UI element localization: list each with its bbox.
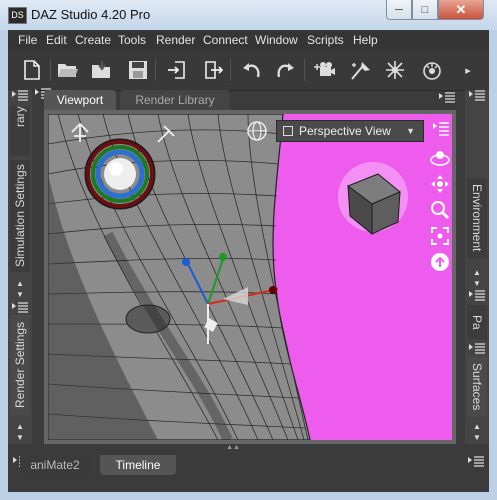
undo-icon[interactable] — [238, 57, 264, 83]
tab-timeline[interactable]: Timeline — [100, 455, 176, 475]
window-title: DAZ Studio 4.20 Pro — [31, 7, 151, 22]
menu-render[interactable]: Render — [156, 33, 195, 47]
menu-connect[interactable]: Connect — [203, 33, 248, 47]
sphere-view-icon[interactable] — [246, 120, 268, 142]
toolbar: ▸ — [8, 50, 489, 91]
chevron-down-icon: ▼ — [406, 126, 415, 136]
main-window: File Edit Create Tools Render Connect Wi… — [8, 30, 489, 492]
tab-render-settings[interactable]: Render Settings — [10, 315, 30, 415]
tab-parameters-label: Pa — [470, 314, 484, 330]
distant-light-icon[interactable] — [382, 57, 408, 83]
scroll-down-icon[interactable]: ▼ — [468, 277, 486, 289]
merge-file-icon[interactable] — [89, 57, 115, 83]
menu-create[interactable]: Create — [75, 33, 111, 47]
panel-menu-icon[interactable] — [438, 92, 456, 104]
toolbar-separator — [230, 59, 231, 81]
viewport-menu-icon[interactable] — [433, 122, 449, 136]
menu-tools[interactable]: Tools — [118, 33, 146, 47]
scroll-down-icon[interactable]: ▼ — [11, 431, 29, 443]
tab-render-settings-label: Render Settings — [13, 321, 27, 409]
open-file-icon[interactable] — [55, 57, 81, 83]
menu-bar: File Edit Create Tools Render Connect Wi… — [8, 30, 489, 50]
app-icon: DS — [8, 7, 27, 24]
menu-file[interactable]: File — [18, 33, 37, 47]
new-file-icon[interactable] — [19, 57, 45, 83]
export-icon[interactable] — [200, 57, 226, 83]
tab-library[interactable]: rary — [10, 106, 30, 156]
title-bar: DS DAZ Studio 4.20 Pro ─ □ ✕ — [0, 0, 497, 30]
redo-icon[interactable] — [273, 57, 299, 83]
minimize-button[interactable]: ─ — [386, 0, 412, 20]
zoom-camera-icon[interactable] — [430, 200, 450, 220]
tab-environment[interactable]: Environment — [467, 178, 487, 258]
minimize-icon: ─ — [395, 3, 403, 16]
panel-menu-icon[interactable] — [11, 90, 29, 102]
menu-window[interactable]: Window — [255, 33, 298, 47]
panel-menu-icon[interactable] — [468, 90, 486, 102]
point-light-icon[interactable] — [419, 57, 445, 83]
toolbar-separator — [155, 59, 156, 81]
view-select-dropdown[interactable]: Perspective View ▼ — [276, 120, 424, 142]
panel-menu-icon[interactable] — [468, 290, 486, 302]
menu-edit[interactable]: Edit — [46, 33, 67, 47]
tab-parameters[interactable]: Pa — [467, 305, 487, 339]
close-button[interactable]: ✕ — [438, 0, 484, 20]
view-select-label: Perspective View — [299, 124, 391, 138]
maximize-button[interactable]: □ — [412, 0, 438, 20]
app-window: DS DAZ Studio 4.20 Pro ─ □ ✕ File Edit C… — [0, 0, 497, 500]
maximize-icon: □ — [421, 3, 429, 16]
orbit-camera-icon[interactable] — [430, 148, 450, 168]
bottom-dock: ▲▲ aniMate2 Timeline — [8, 444, 489, 492]
menu-help[interactable]: Help — [353, 33, 378, 47]
toolbar-separator — [50, 59, 51, 81]
import-icon[interactable] — [164, 57, 190, 83]
save-icon[interactable] — [125, 57, 151, 83]
tab-simulation-settings-label: Simulation Settings — [13, 164, 27, 268]
reset-camera-icon[interactable] — [430, 252, 450, 272]
viewport-panel: Perspective View ▼ — [44, 110, 456, 444]
panel-menu-icon[interactable] — [467, 456, 485, 468]
tab-surfaces-label: Surfaces — [470, 363, 484, 411]
tab-surfaces[interactable]: Surfaces — [467, 357, 487, 417]
tab-library-label: rary — [13, 106, 27, 127]
tab-render-library[interactable]: Render Library — [120, 90, 230, 110]
scroll-down-icon[interactable]: ▼ — [11, 288, 29, 300]
left-panel: rary Simulation Settings ▲ ▼ Render Sett… — [8, 90, 32, 444]
render-settings-icon[interactable] — [311, 57, 337, 83]
splitter-handle[interactable]: ▲▲ — [218, 444, 248, 452]
frame-camera-icon[interactable] — [430, 226, 450, 246]
3d-viewport[interactable]: Perspective View ▼ — [48, 114, 452, 440]
scroll-down-icon[interactable]: ▼ — [468, 431, 486, 443]
tab-viewport[interactable]: Viewport — [44, 90, 116, 110]
toolbar-separator — [304, 59, 305, 81]
tab-simulation-settings[interactable]: Simulation Settings — [10, 160, 30, 272]
menu-scripts[interactable]: Scripts — [307, 33, 344, 47]
close-icon: ✕ — [455, 1, 467, 17]
pan-camera-icon[interactable] — [430, 174, 450, 194]
spotlight-icon[interactable] — [348, 57, 374, 83]
toolbar-overflow-icon[interactable]: ▸ — [460, 57, 476, 83]
tab-animate2[interactable]: aniMate2 — [20, 455, 90, 475]
panel-menu-icon[interactable] — [468, 343, 486, 355]
panel-menu-icon[interactable] — [11, 302, 29, 314]
tab-environment-label: Environment — [470, 184, 484, 252]
view-frame-icon — [283, 126, 293, 136]
right-panel: Environment ▲ ▼ Pa Surfaces ▲ ▼ — [465, 90, 489, 444]
scene-render — [48, 114, 408, 440]
